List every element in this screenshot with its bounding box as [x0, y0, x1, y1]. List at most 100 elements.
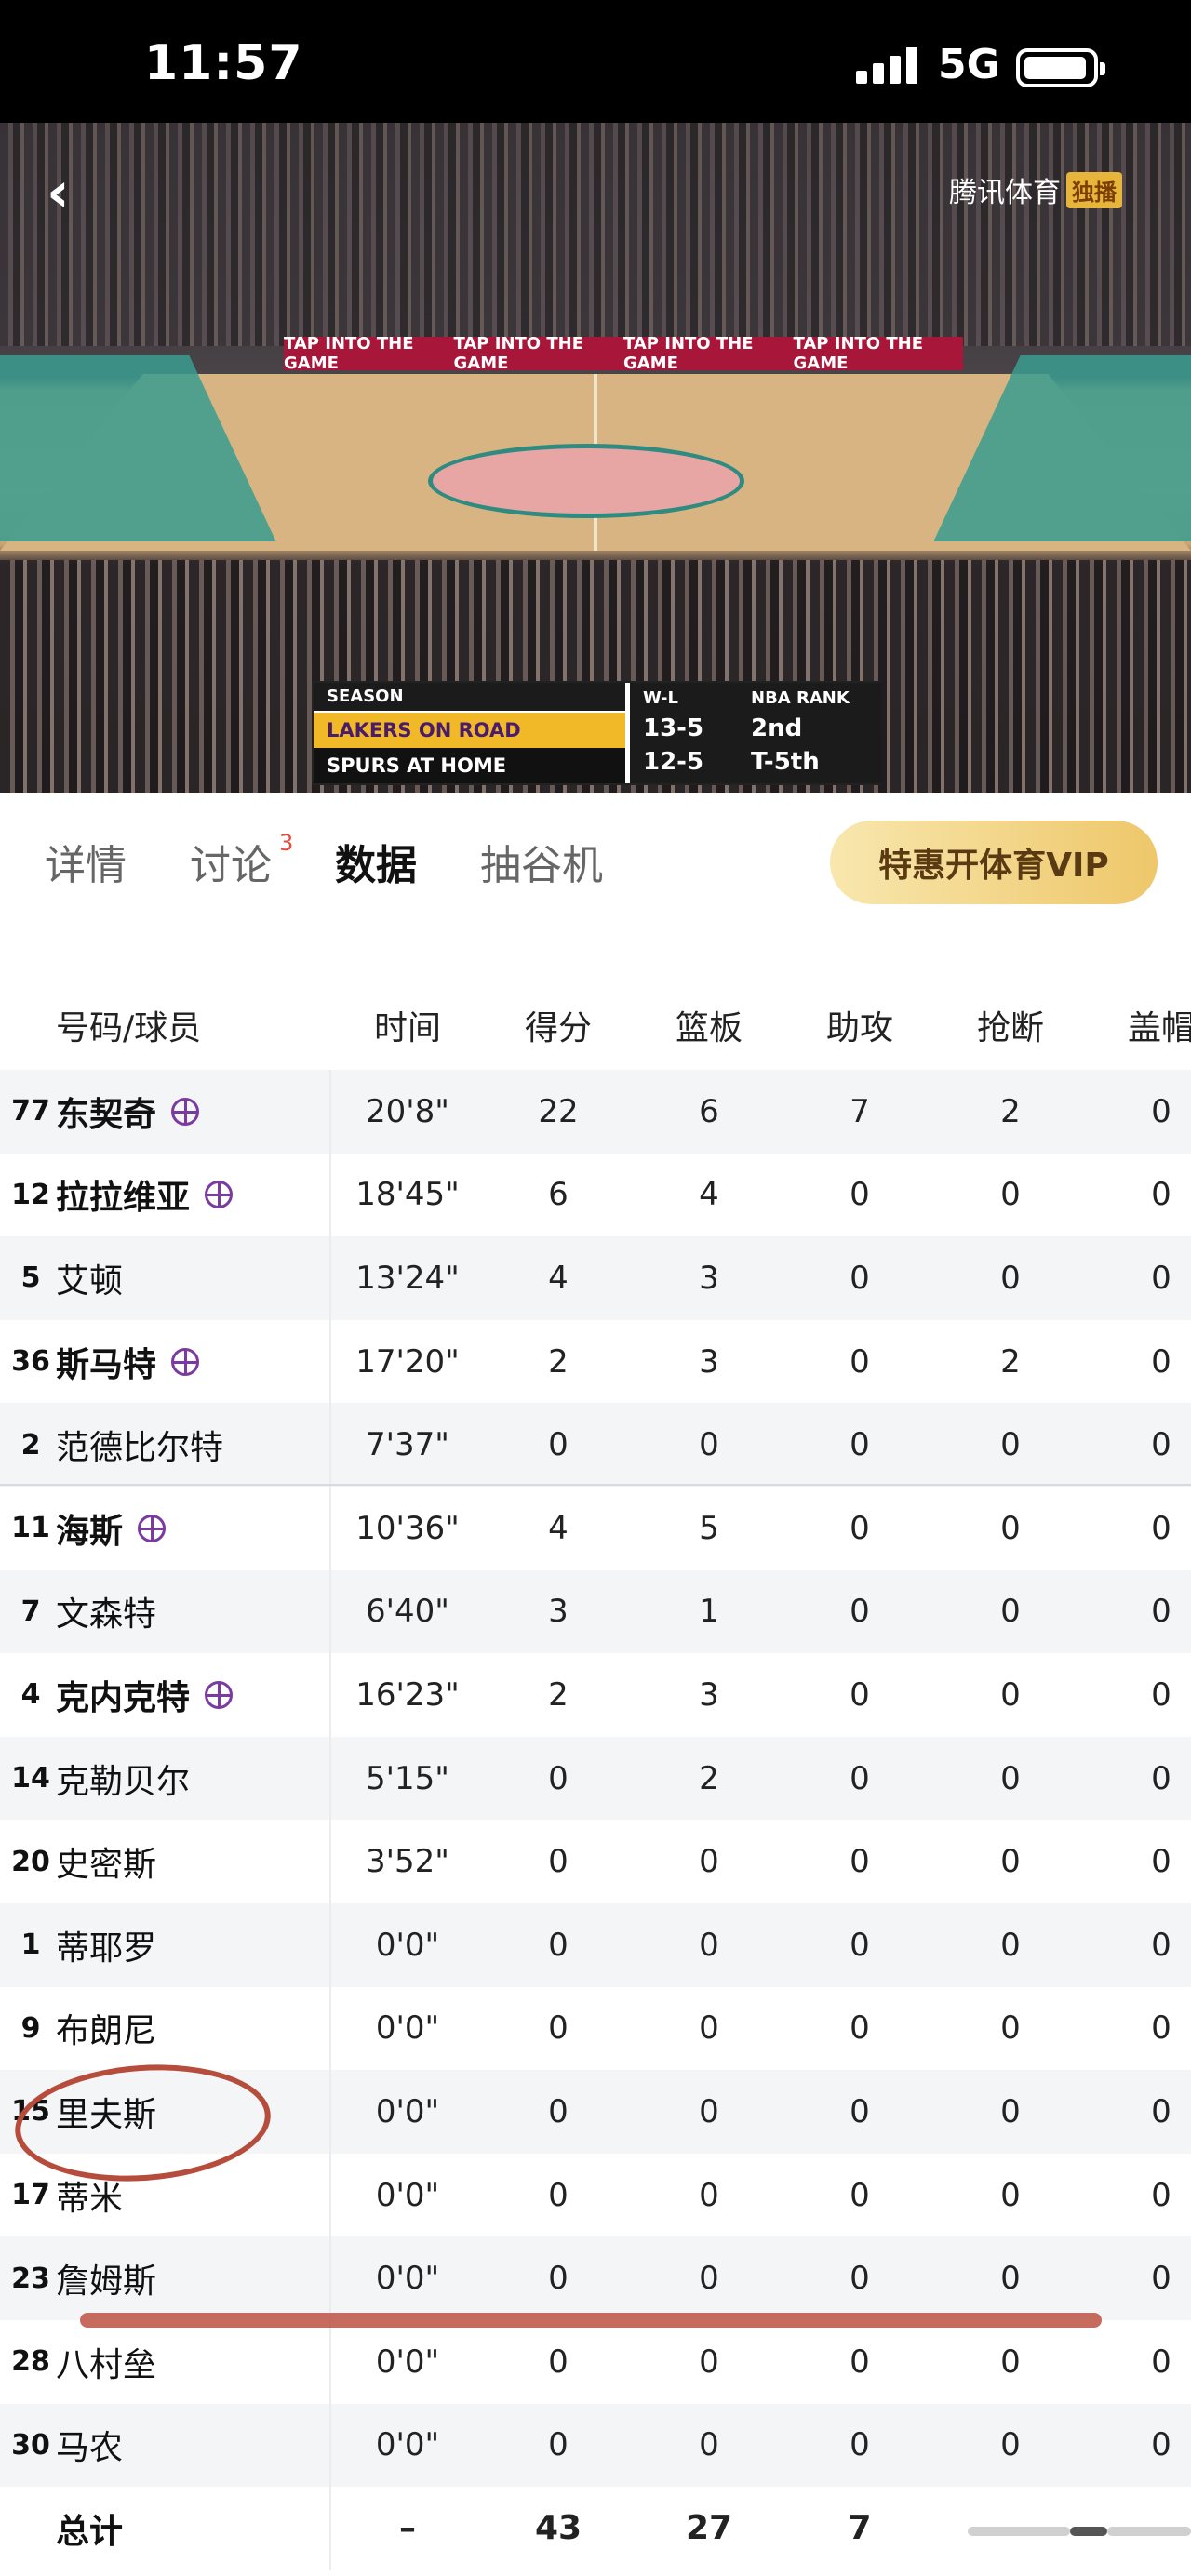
back-button[interactable]: ‹ [47, 160, 70, 225]
tab-lottery[interactable]: 抽谷机 [480, 832, 603, 891]
table-row[interactable]: 4 克内克特 16'23" 2 3 0 0 0 [0, 1653, 1191, 1737]
player-cell: 7 文森特 [0, 1569, 331, 1654]
cell-assists: 0 [850, 1509, 870, 1547]
table-row[interactable]: 77 东契奇 20'8" 22 6 7 2 0 [0, 1070, 1191, 1154]
broadcaster-watermark: 腾讯体育 独播 [949, 169, 1122, 210]
cell-rebounds: 0 [699, 2176, 719, 2214]
tab-discussion[interactable]: 讨论 [190, 832, 272, 891]
player-name-text: 克勒贝尔 [56, 1762, 191, 1801]
cell-rebounds: 1 [699, 1593, 719, 1631]
basketball-icon [138, 1514, 167, 1542]
jersey-number: 77 [11, 1095, 50, 1128]
player-name[interactable]: 拉拉维亚 [56, 1154, 234, 1237]
watermark-tag: 独播 [1066, 171, 1122, 208]
tab-details[interactable]: 详情 [45, 832, 127, 891]
basketball-icon [171, 1347, 200, 1376]
cell-blocks: 0 [1151, 1426, 1171, 1464]
player-cell: 20 史密斯 [0, 1820, 331, 1903]
player-cell: 30 马农 [0, 2403, 331, 2488]
player-cell: 28 八村垒 [0, 2319, 331, 2404]
table-row[interactable]: 11 海斯 10'36" 4 5 0 0 0 [0, 1486, 1191, 1570]
cell-rebounds: 0 [699, 2426, 719, 2464]
scorecard-season-label: SEASON [314, 683, 625, 711]
cell-points: 0 [548, 2426, 569, 2464]
horizontal-scrollbar[interactable] [968, 2527, 1191, 2536]
cell-assists: 7 [850, 1092, 870, 1130]
table-row[interactable]: 2 范德比尔特 7'37" 0 0 0 0 0 [0, 1403, 1191, 1487]
player-name[interactable]: 艾顿 [56, 1236, 123, 1320]
cell-assists: 0 [850, 1843, 870, 1881]
tab-stats[interactable]: 数据 [335, 832, 417, 891]
cell-blocks: 0 [1151, 1509, 1171, 1547]
player-name[interactable]: 克勒贝尔 [56, 1737, 190, 1821]
player-name[interactable]: 斯马特 [56, 1320, 200, 1404]
player-name[interactable]: 蒂耶罗 [56, 1903, 156, 1987]
cell-assists: 0 [850, 2092, 870, 2130]
cell-blocks: 0 [1151, 2342, 1171, 2381]
player-name[interactable]: 范德比尔特 [56, 1403, 223, 1487]
cell-steals: 2 [1000, 1092, 1021, 1130]
cell-assists: 0 [850, 1593, 870, 1631]
player-cell: 2 范德比尔特 [0, 1403, 331, 1487]
player-name[interactable]: 马农 [56, 2404, 123, 2488]
table-row[interactable]: 5 艾顿 13'24" 4 3 0 0 0 [0, 1236, 1191, 1320]
total-points: 43 [534, 2509, 582, 2548]
table-row[interactable]: 28 八村垒 0'0" 0 0 0 0 0 [0, 2319, 1191, 2404]
cell-steals: 0 [1000, 2426, 1021, 2464]
cell-assists: 0 [850, 2260, 870, 2298]
cell-assists: 0 [850, 2426, 870, 2464]
cell-time: 0'0" [375, 2342, 440, 2381]
header-assists: 助攻 [825, 1009, 893, 1048]
table-row[interactable]: 30 马农 0'0" 0 0 0 0 0 [0, 2403, 1191, 2488]
cell-rebounds: 5 [699, 1509, 719, 1547]
table-row[interactable]: 7 文森特 6'40" 3 1 0 0 0 [0, 1569, 1191, 1654]
player-cell: 77 东契奇 [0, 1070, 331, 1154]
cell-rebounds: 0 [699, 2342, 719, 2381]
cell-rebounds: 0 [699, 2092, 719, 2130]
player-name[interactable]: 詹姆斯 [56, 2236, 156, 2320]
cell-rebounds: 0 [699, 2260, 719, 2298]
table-row[interactable]: 23 詹姆斯 0'0" 0 0 0 0 0 [0, 2236, 1191, 2320]
battery-icon [1016, 48, 1105, 87]
cell-rebounds: 3 [699, 1259, 719, 1297]
player-cell: 5 艾顿 [0, 1236, 331, 1320]
table-row[interactable]: 9 布朗尼 0'0" 0 0 0 0 0 [0, 1986, 1191, 2071]
player-name[interactable]: 东契奇 [56, 1070, 200, 1154]
vip-button[interactable]: 特惠开体育VIP [830, 821, 1158, 904]
player-cell: 11 海斯 [0, 1486, 331, 1570]
video-player[interactable]: TAP INTO THE GAME TAP INTO THE GAME TAP … [0, 123, 1191, 793]
cell-rebounds: 0 [699, 1426, 719, 1464]
cell-time: 0'0" [375, 2260, 440, 2298]
player-name[interactable]: 海斯 [56, 1487, 167, 1570]
total-time: – [399, 2509, 416, 2548]
player-name[interactable]: 史密斯 [56, 1820, 156, 1903]
cell-blocks: 0 [1151, 1926, 1171, 1964]
cell-points: 4 [548, 1509, 569, 1547]
cell-points: 2 [548, 1675, 569, 1714]
scorecard-team-1-wl: 13-5 [643, 714, 704, 742]
player-name[interactable]: 文森特 [56, 1570, 156, 1654]
cell-time: 18'45" [355, 1176, 460, 1214]
cell-time: 17'20" [355, 1342, 460, 1381]
player-name-text: 海斯 [56, 1512, 124, 1551]
player-name-text: 蒂耶罗 [56, 1929, 157, 1968]
player-name[interactable]: 克内克特 [56, 1653, 234, 1737]
player-cell: 9 布朗尼 [0, 1986, 331, 2071]
table-row[interactable]: 14 克勒贝尔 5'15" 0 2 0 0 0 [0, 1736, 1191, 1821]
player-name[interactable]: 布朗尼 [56, 1987, 156, 2071]
cell-time: 3'52" [366, 1843, 449, 1881]
cell-blocks: 0 [1151, 2009, 1171, 2048]
table-row[interactable]: 20 史密斯 3'52" 0 0 0 0 0 [0, 1820, 1191, 1903]
scorecard-wl-label: W-L [643, 688, 678, 708]
season-scorecard: SEASON LAKERS ON ROAD SPURS AT HOME W-L … [312, 681, 881, 785]
player-name-text: 布朗尼 [56, 2012, 157, 2051]
header-player: 号码/球员 [56, 1009, 202, 1048]
player-name[interactable]: 八村垒 [56, 2320, 156, 2404]
header-steals: 抢断 [976, 1009, 1044, 1048]
cell-steals: 0 [1000, 2092, 1021, 2130]
jersey-number: 20 [11, 1845, 50, 1878]
table-row[interactable]: 1 蒂耶罗 0'0" 0 0 0 0 0 [0, 1902, 1191, 1987]
table-row[interactable]: 12 拉拉维亚 18'45" 6 4 0 0 0 [0, 1153, 1191, 1237]
table-row[interactable]: 36 斯马特 17'20" 2 3 0 2 0 [0, 1319, 1191, 1404]
cell-points: 0 [548, 2342, 569, 2381]
